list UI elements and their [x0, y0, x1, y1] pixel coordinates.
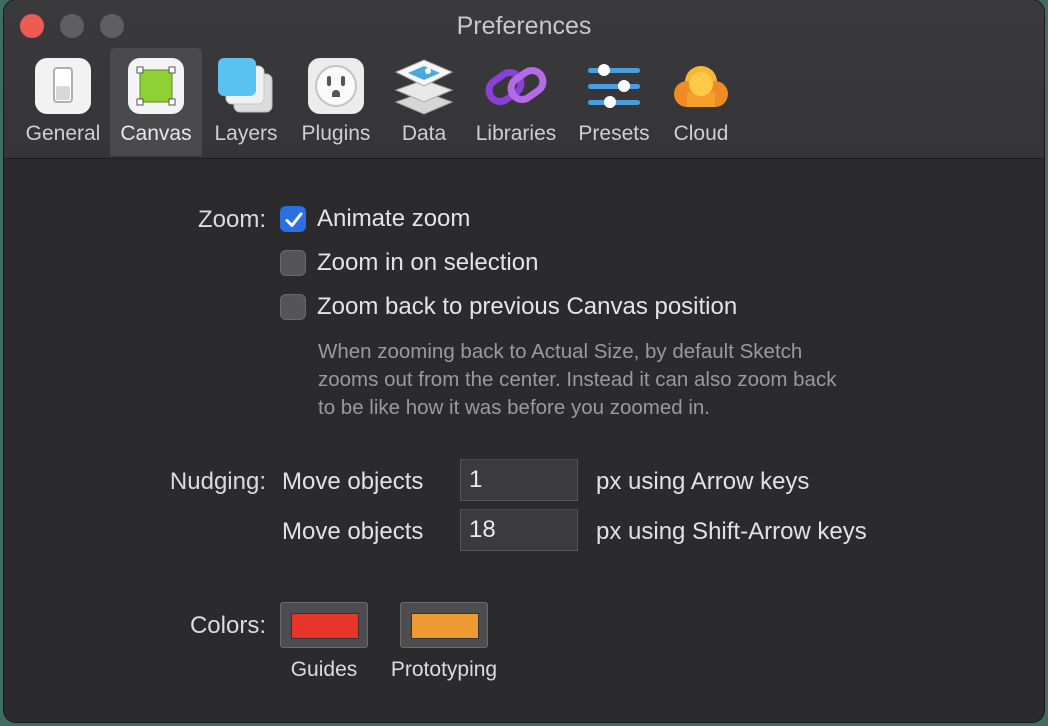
tab-label: Libraries: [475, 122, 557, 145]
move-objects-label: Move objects: [282, 468, 424, 495]
preferences-toolbar: General Canvas Layers Plugins Data Libra…: [16, 48, 740, 158]
zoom-label: Zoom:: [197, 206, 266, 233]
tab-label: Plugins: [301, 122, 371, 145]
guides-color-well[interactable]: [280, 602, 368, 648]
tab-label: General: [25, 122, 101, 145]
arrow-keys-suffix: px using Arrow keys: [596, 468, 810, 495]
tab-label: Layers: [214, 122, 278, 145]
guides-color-swatch: [291, 613, 359, 639]
tab-label: Cloud: [673, 122, 729, 145]
libraries-icon: [484, 54, 548, 118]
tab-general[interactable]: General: [16, 48, 110, 156]
move-objects-label: Move objects: [282, 518, 424, 545]
tab-label: Data: [401, 122, 447, 145]
canvas-icon: [124, 54, 188, 118]
general-switch-icon: [31, 54, 95, 118]
prototyping-color-well[interactable]: [400, 602, 488, 648]
presets-icon: [582, 54, 646, 118]
window-title: Preferences: [456, 12, 592, 40]
tab-data[interactable]: Data: [382, 48, 466, 156]
tab-layers[interactable]: Layers: [202, 48, 290, 156]
tab-label: Presets: [578, 122, 650, 145]
colors-label: Colors:: [189, 612, 266, 639]
arrow-nudge-input[interactable]: [460, 459, 578, 501]
animate-zoom-label[interactable]: Animate zoom: [317, 205, 470, 233]
tab-label: Canvas: [120, 122, 192, 145]
zoom-help-text: When zooming back to Actual Size, by def…: [318, 338, 938, 422]
prototyping-color-swatch: [411, 613, 479, 639]
tab-libraries[interactable]: Libraries: [466, 48, 566, 156]
tab-canvas[interactable]: Canvas: [110, 48, 202, 156]
zoom-in-on-selection-label[interactable]: Zoom in on selection: [317, 249, 538, 277]
zoom-back-previous-position-checkbox[interactable]: [280, 294, 306, 320]
animate-zoom-checkbox[interactable]: [280, 206, 306, 232]
prototyping-label: Prototyping: [390, 658, 498, 681]
shift-arrow-keys-suffix: px using Shift-Arrow keys: [596, 518, 867, 545]
canvas-preferences-pane: Zoom: Animate zoom Zoom in on selection …: [4, 160, 1044, 720]
shift-arrow-nudge-input[interactable]: [460, 509, 578, 551]
zoom-in-on-selection-checkbox[interactable]: [280, 250, 306, 276]
nudging-label: Nudging:: [169, 468, 266, 495]
preferences-window: Preferences General Canvas Layers Plugin…: [4, 0, 1044, 722]
help-line: When zooming back to Actual Size, by def…: [318, 340, 803, 363]
checkmark-icon: [285, 212, 303, 227]
titlebar: Preferences General Canvas Layers Plugin…: [4, 0, 1044, 159]
zoom-back-previous-position-label[interactable]: Zoom back to previous Canvas position: [317, 293, 737, 321]
data-icon: [392, 54, 456, 118]
plugins-icon: [304, 54, 368, 118]
tab-cloud[interactable]: Cloud: [662, 48, 740, 156]
help-line: zooms out from the center. Instead it ca…: [318, 368, 837, 391]
layers-icon: [214, 54, 278, 118]
guides-label: Guides: [290, 658, 358, 681]
help-line: to be like how it was before you zoomed …: [318, 396, 710, 419]
cloud-icon: [669, 54, 733, 118]
tab-presets[interactable]: Presets: [566, 48, 662, 156]
tab-plugins[interactable]: Plugins: [290, 48, 382, 156]
